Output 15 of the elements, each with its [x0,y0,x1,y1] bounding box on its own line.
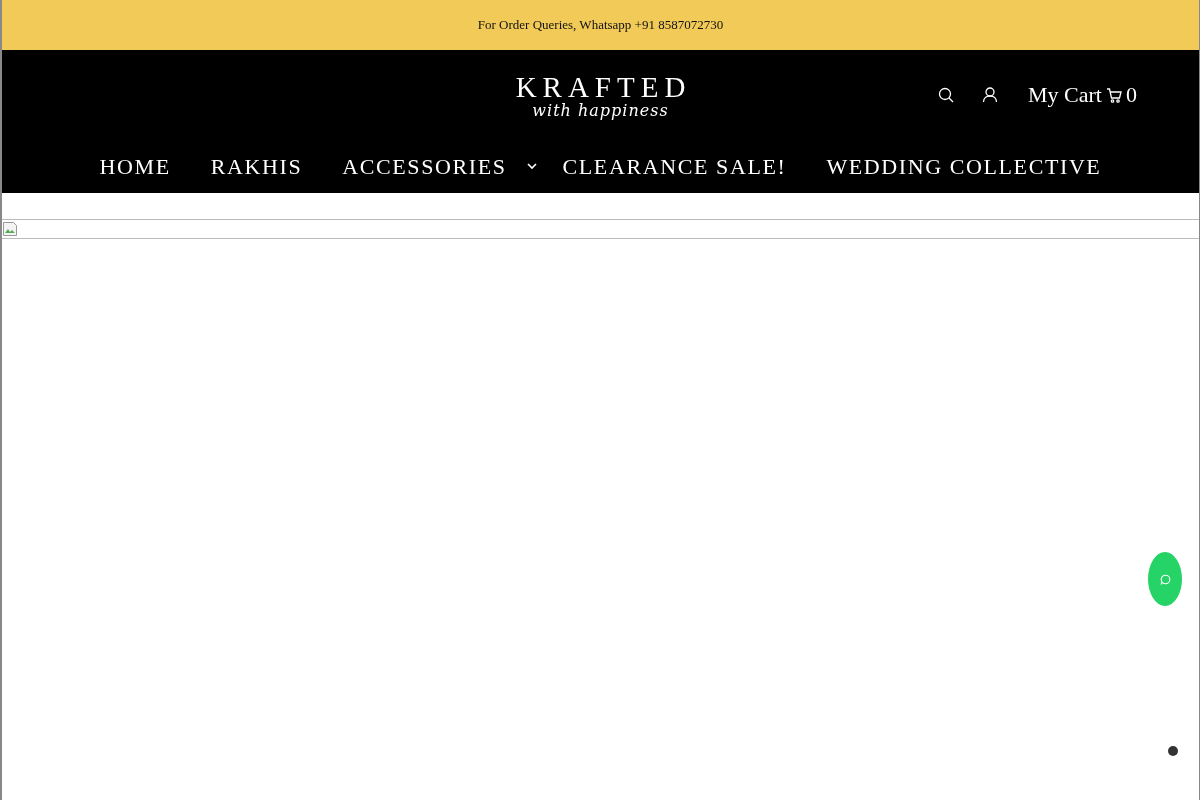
user-icon[interactable] [982,87,999,103]
broken-image-icon [2,221,18,237]
cart-link[interactable]: My Cart 0 [1028,82,1137,108]
nav-link[interactable]: HOME [99,153,171,180]
nav-link[interactable]: CLEARANCE SALE! [562,153,787,180]
slider-dot[interactable] [1168,746,1178,756]
search-icon[interactable] [938,87,955,103]
chat-icon [1159,573,1171,585]
nav-link[interactable]: WEDDING COLLECTIVE [826,153,1102,180]
nav-link[interactable]: ACCESSORIES [342,153,507,180]
logo[interactable]: KRAFTED with happiness [515,70,686,120]
chevron-down-icon[interactable] [526,163,537,170]
nav-link[interactable]: RAKHIS [210,153,303,180]
announcement-text: For Order Queries, Whatsapp +91 8587072730 [477,17,724,33]
cart-icon [1106,87,1122,103]
